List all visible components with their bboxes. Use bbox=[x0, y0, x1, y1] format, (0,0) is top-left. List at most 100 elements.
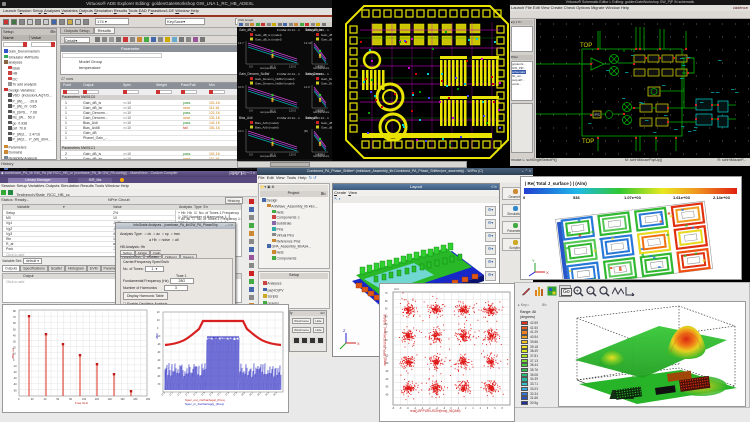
svg-text:1.07e+03: 1.07e+03 bbox=[624, 195, 642, 200]
svg-text:28.2: 28.2 bbox=[257, 392, 262, 397]
svg-text:Fri Mar 24 14... 1: Fri Mar 24 14... 1 bbox=[277, 72, 300, 76]
svg-text:-6: -6 bbox=[407, 408, 410, 410]
svg-text:60: 60 bbox=[385, 301, 388, 303]
svg-text:12.0: 12.0 bbox=[304, 85, 310, 89]
svg-text:27.0: 27.0 bbox=[161, 392, 166, 397]
svg-text:60: 60 bbox=[56, 398, 59, 401]
svg-text:-60: -60 bbox=[157, 376, 161, 378]
svg-text:4: 4 bbox=[480, 408, 482, 410]
svg-text:0.0: 0.0 bbox=[249, 65, 253, 69]
svg-text:1.61e+03: 1.61e+03 bbox=[673, 195, 691, 200]
svg-text:Freq GHz: Freq GHz bbox=[75, 401, 89, 405]
svg-text:70: 70 bbox=[13, 316, 16, 319]
svg-text:Gain_Denorm_NoBsf (model): Gain_Denorm_NoBsf (model) bbox=[255, 77, 295, 81]
svg-text:-40: -40 bbox=[385, 379, 389, 381]
svg-text:40: 40 bbox=[13, 334, 16, 337]
svg-text:Gain_Denorm_NoBsf: Gain_Denorm_NoBsf bbox=[239, 72, 269, 76]
svg-text:-60: -60 bbox=[385, 394, 389, 396]
svg-text:200: 200 bbox=[146, 398, 151, 401]
svg-text:0.0: 0.0 bbox=[249, 109, 253, 113]
svg-text:Fri Mar 24 14... 1: Fri Mar 24 14... 1 bbox=[306, 72, 329, 76]
svg-text:120.0: 120.0 bbox=[289, 153, 296, 157]
svg-text:20: 20 bbox=[157, 312, 160, 314]
svg-text:28.4: 28.4 bbox=[273, 392, 278, 397]
svg-text:30: 30 bbox=[13, 341, 16, 344]
svg-text:Gain_dB (model): Gain_dB (model) bbox=[321, 121, 332, 125]
svg-text:20: 20 bbox=[385, 332, 388, 334]
svg-text:80: 80 bbox=[69, 398, 72, 401]
svg-text:Gain_dB_lsr (model): Gain_dB_lsr (model) bbox=[321, 38, 332, 42]
svg-text:TOP: TOP bbox=[580, 43, 592, 49]
svg-text:6: 6 bbox=[487, 408, 489, 410]
svg-text:120.0: 120.0 bbox=[318, 65, 325, 69]
svg-text:-30: -30 bbox=[13, 377, 17, 380]
svg-text:-70: -70 bbox=[157, 384, 161, 386]
svg-text:4: 4 bbox=[472, 408, 474, 410]
svg-text:Spec_in_1/w/har/ag/g_(Freq): Spec_in_1/w/har/ag/g_(Freq) bbox=[185, 402, 224, 406]
svg-text:TOP: TOP bbox=[582, 139, 594, 145]
svg-text:27.6: 27.6 bbox=[209, 392, 214, 397]
svg-text:120.0: 120.0 bbox=[318, 153, 325, 157]
svg-text:180: 180 bbox=[133, 398, 138, 401]
svg-text:8: 8 bbox=[502, 408, 504, 410]
svg-text:27.5: 27.5 bbox=[201, 392, 206, 397]
svg-text:X: X bbox=[357, 341, 360, 346]
svg-text:2.14e+03: 2.14e+03 bbox=[713, 195, 731, 200]
svg-text:Fri Mar 24 14... 1: Fri Mar 24 14... 1 bbox=[306, 28, 329, 32]
svg-text:[B]: [B] bbox=[304, 129, 308, 133]
svg-text:60.0: 60.0 bbox=[270, 65, 276, 69]
svg-text:-40: -40 bbox=[157, 360, 161, 362]
svg-text:140: 140 bbox=[108, 398, 113, 401]
svg-text:10.1: 10.1 bbox=[238, 129, 244, 133]
svg-text:10: 10 bbox=[385, 340, 388, 342]
svg-text:Fri Mar 24 14... 1: Fri Mar 24 14... 1 bbox=[277, 28, 300, 32]
svg-text:Gain_Denor... (model): Gain_Denor... (model) bbox=[321, 77, 332, 81]
svg-text:-10: -10 bbox=[157, 336, 161, 338]
svg-text:27.7: 27.7 bbox=[217, 392, 222, 397]
svg-text:60.0: 60.0 bbox=[270, 153, 276, 157]
svg-text:-50: -50 bbox=[157, 368, 161, 370]
svg-text:80: 80 bbox=[13, 310, 16, 313]
svg-text:0: 0 bbox=[157, 328, 159, 330]
svg-text:120.0: 120.0 bbox=[289, 109, 296, 113]
svg-text:20: 20 bbox=[13, 347, 16, 350]
svg-text:-10: -10 bbox=[13, 365, 17, 368]
svg-text:0.0: 0.0 bbox=[249, 153, 253, 157]
svg-text:Gain_Denorm_NoBsf (model): Gain_Denorm_NoBsf (model) bbox=[255, 82, 295, 86]
svg-text:Fri Mar 24 14... 1: Fri Mar 24 14... 1 bbox=[277, 116, 300, 120]
svg-text:Gain_Denor... (model): Gain_Denor... (model) bbox=[321, 82, 332, 86]
svg-text:20: 20 bbox=[31, 398, 34, 401]
svg-text:27.3: 27.3 bbox=[185, 392, 190, 397]
svg-text:-50: -50 bbox=[385, 387, 389, 389]
svg-text:-40: -40 bbox=[13, 383, 17, 386]
svg-text:60: 60 bbox=[13, 322, 16, 325]
svg-text:27.4: 27.4 bbox=[193, 392, 198, 397]
svg-text:Bias_A/di: Bias_A/di bbox=[239, 116, 253, 120]
svg-text:X: X bbox=[546, 270, 549, 275]
svg-text:27.2: 27.2 bbox=[177, 392, 182, 397]
svg-text:Fri Mar 24 14... 1: Fri Mar 24 14... 1 bbox=[306, 116, 329, 120]
svg-text:-10: -10 bbox=[385, 355, 389, 357]
svg-text:28.1: 28.1 bbox=[249, 392, 254, 397]
svg-text:28.3: 28.3 bbox=[265, 392, 270, 397]
svg-text:536: 536 bbox=[573, 195, 580, 200]
svg-text:13.42: 13.42 bbox=[304, 41, 312, 45]
svg-text:50: 50 bbox=[385, 309, 388, 311]
svg-text:ACC: ACC bbox=[394, 288, 399, 291]
svg-text:160: 160 bbox=[120, 398, 125, 401]
svg-text:70: 70 bbox=[385, 293, 388, 295]
svg-text:Gain_dB_ls (model): Gain_dB_ls (model) bbox=[255, 33, 282, 37]
svg-text:30: 30 bbox=[385, 324, 388, 326]
svg-text:40: 40 bbox=[385, 316, 388, 318]
svg-text:Bias_A/di (model): Bias_A/di (model) bbox=[255, 121, 279, 125]
svg-text:-6: -6 bbox=[399, 408, 402, 410]
svg-text:Gain_dB_ls: Gain_dB_ls bbox=[239, 28, 256, 32]
svg-text:6: 6 bbox=[494, 408, 496, 410]
svg-text:Bias_A/di (model): Bias_A/di (model) bbox=[255, 126, 279, 130]
svg-text:Gain_dB_ls (model): Gain_dB_ls (model) bbox=[255, 38, 282, 42]
svg-text:27.1: 27.1 bbox=[169, 392, 174, 397]
svg-text:| Re( Total J_surface ) | (A/m: | Re( Total J_surface ) | (A/m) bbox=[525, 181, 587, 186]
svg-text:10: 10 bbox=[13, 353, 16, 356]
svg-text:+: + bbox=[576, 289, 579, 295]
svg-text:Gain_dB_lsr (model): Gain_dB_lsr (model) bbox=[321, 33, 332, 37]
